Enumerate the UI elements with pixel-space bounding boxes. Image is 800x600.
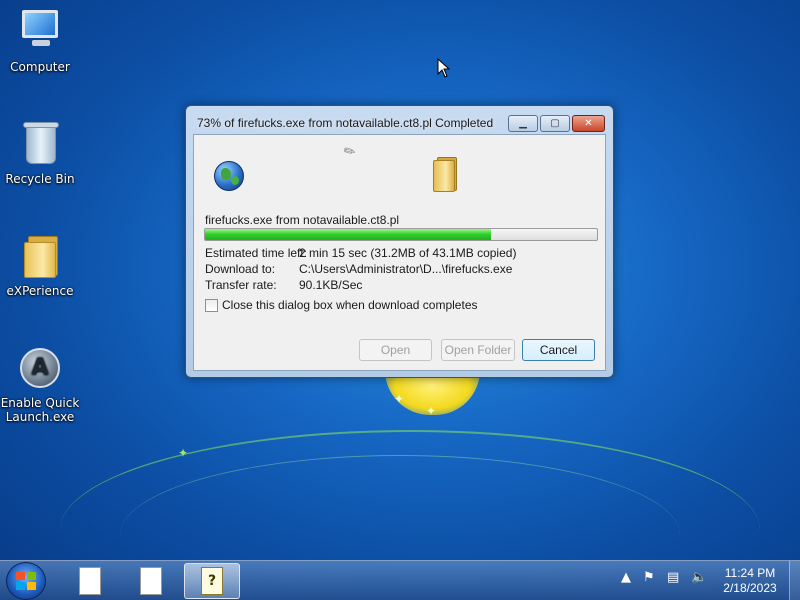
- maximize-button[interactable]: ▢: [540, 115, 570, 132]
- clock-date: 2/18/2023: [723, 581, 777, 595]
- document-icon: [79, 567, 101, 595]
- desktop-icon-label: Enable Quick Launch.exe: [0, 396, 80, 424]
- minimize-icon: ▁: [519, 118, 527, 129]
- download-dialog: 73% of firefucks.exe from notavailable.c…: [185, 105, 614, 378]
- action-center-flag-icon[interactable]: ⚑: [643, 570, 655, 585]
- clock-time: 11:24 PM: [724, 566, 776, 580]
- info-value: 90.1KB/Sec: [299, 278, 363, 292]
- dialog-titlebar[interactable]: 73% of firefucks.exe from notavailable.c…: [186, 106, 613, 136]
- desktop-icon-label: eXPerience: [6, 284, 74, 298]
- close-on-complete-option[interactable]: Close this dialog box when download comp…: [205, 298, 478, 312]
- globe-icon: [214, 161, 244, 191]
- info-label: Estimated time left:: [205, 246, 308, 260]
- network-icon[interactable]: ▤: [667, 570, 679, 585]
- mouse-cursor-icon: [437, 58, 451, 78]
- close-button[interactable]: ✕: [572, 115, 605, 132]
- volume-muted-icon[interactable]: 🔈: [691, 570, 707, 585]
- show-desktop-button[interactable]: [789, 561, 800, 600]
- dialog-client: ✎ firefucks.exe from notavailable.ct8.pl…: [193, 134, 606, 371]
- desktop-icon-label: Computer: [10, 60, 70, 74]
- unknown-file-icon: ?: [201, 567, 223, 595]
- windows-logo-icon: [16, 572, 36, 590]
- cancel-button[interactable]: Cancel: [522, 339, 595, 361]
- desktop-icon-computer[interactable]: Computer: [0, 8, 80, 74]
- taskbar-item-document-2[interactable]: [123, 563, 179, 599]
- info-label: Transfer rate:: [205, 278, 277, 292]
- info-value: 2 min 15 sec (31.2MB of 43.1MB copied): [299, 246, 517, 260]
- download-progress-bar: [204, 228, 598, 241]
- maximize-icon: ▢: [550, 118, 560, 129]
- computer-icon: [16, 8, 64, 56]
- show-hidden-icons-icon[interactable]: ▲: [621, 570, 631, 585]
- taskbar-item-download-dialog[interactable]: ?: [184, 563, 240, 599]
- progress-fill: [205, 229, 492, 240]
- system-clock[interactable]: 11:24 PM 2/18/2023: [718, 566, 782, 596]
- sparkle-icon: ✦: [178, 446, 189, 460]
- open-folder-button[interactable]: Open Folder: [441, 339, 515, 361]
- close-on-complete-checkbox[interactable]: [205, 298, 218, 312]
- info-label: Download to:: [205, 262, 276, 276]
- taskbar: ? ▲ ⚑ ▤ 🔈 11:24 PM 2/18/2023: [0, 560, 800, 600]
- desktop-icon-experience[interactable]: eXPerience: [0, 232, 80, 298]
- flying-paper-icon: ✎: [340, 141, 359, 161]
- dialog-title: 73% of firefucks.exe from notavailable.c…: [197, 116, 494, 130]
- open-folder-button-label: Open Folder: [444, 343, 512, 357]
- recycle-bin-icon: [16, 120, 64, 168]
- sparkle-icon: ✦: [394, 392, 405, 406]
- taskbar-item-document-1[interactable]: [62, 563, 118, 599]
- open-button[interactable]: Open: [359, 339, 432, 361]
- minimize-button[interactable]: ▁: [508, 115, 538, 132]
- document-icon: [140, 567, 162, 595]
- cancel-button-label: Cancel: [539, 343, 578, 357]
- folder-icon: [433, 160, 455, 192]
- open-button-label: Open: [380, 343, 411, 357]
- start-button[interactable]: [6, 562, 46, 600]
- quick-launch-icon: A: [16, 344, 64, 392]
- info-value: C:\Users\Administrator\D...\firefucks.ex…: [299, 262, 513, 276]
- desktop-icon-enable-quick-launch[interactable]: A Enable Quick Launch.exe: [0, 344, 80, 424]
- sparkle-icon: ✦: [426, 404, 437, 418]
- folder-icon: [16, 232, 64, 280]
- desktop-icon-recycle-bin[interactable]: Recycle Bin: [0, 120, 80, 186]
- close-on-complete-label: Close this dialog box when download comp…: [222, 298, 478, 312]
- desktop-icon-label: Recycle Bin: [5, 172, 75, 186]
- download-source: firefucks.exe from notavailable.ct8.pl: [205, 213, 400, 227]
- close-icon: ✕: [584, 118, 593, 129]
